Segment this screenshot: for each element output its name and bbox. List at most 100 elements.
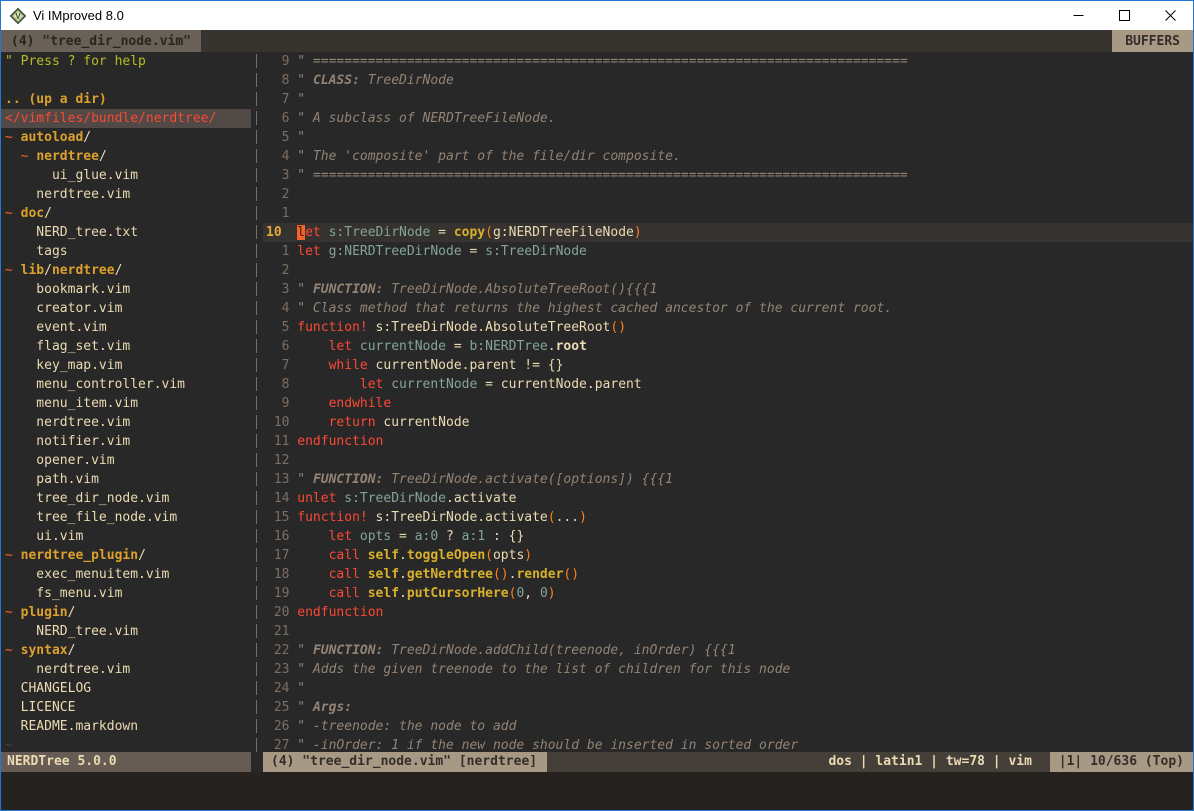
- tree-row[interactable]: ui.vim: [1, 527, 251, 546]
- tree-row[interactable]: path.vim: [1, 470, 251, 489]
- code-line[interactable]: 13" FUNCTION: TreeDirNode.activate([opti…: [263, 470, 1193, 489]
- code-line[interactable]: 14unlet s:TreeDirNode.activate: [263, 489, 1193, 508]
- code-token: ~: [5, 738, 13, 752]
- code-token: [297, 567, 328, 582]
- code-line[interactable]: 10 return currentNode: [263, 413, 1193, 432]
- code-line[interactable]: 12: [263, 451, 1193, 470]
- tree-row[interactable]: ~ lib/nerdtree/: [1, 261, 251, 280]
- code-token: ~: [21, 149, 37, 164]
- tree-row[interactable]: LICENCE: [1, 698, 251, 717]
- code-line[interactable]: 1: [263, 204, 1193, 223]
- code-line[interactable]: 18 call self.getNerdtree().render(): [263, 565, 1193, 584]
- code-line[interactable]: 7": [263, 90, 1193, 109]
- code-token: ": [297, 130, 305, 145]
- maximize-button[interactable]: [1101, 1, 1147, 30]
- tree-row[interactable]: tags: [1, 242, 251, 261]
- code-line[interactable]: 27" -inOrder: 1 if the new node should b…: [263, 736, 1193, 752]
- code-line[interactable]: 22" FUNCTION: TreeDirNode.addChild(treen…: [263, 641, 1193, 660]
- minimize-button[interactable]: [1055, 1, 1101, 30]
- tree-row[interactable]: opener.vim: [1, 451, 251, 470]
- code-line[interactable]: 9" =====================================…: [263, 52, 1193, 71]
- tree-row[interactable]: nerdtree.vim: [1, 185, 251, 204]
- tree-row[interactable]: notifier.vim: [1, 432, 251, 451]
- tree-row[interactable]: tree_dir_node.vim: [1, 489, 251, 508]
- code-line[interactable]: 11endfunction: [263, 432, 1193, 451]
- tree-row[interactable]: flag_set.vim: [1, 337, 251, 356]
- code-token: event.vim: [5, 320, 107, 335]
- code-token: (): [563, 567, 579, 582]
- code-line[interactable]: 23" Adds the given treenode to the list …: [263, 660, 1193, 679]
- tree-row[interactable]: ~ nerdtree_plugin/: [1, 546, 251, 565]
- tree-row[interactable]: menu_controller.vim: [1, 375, 251, 394]
- tree-row[interactable]: bookmark.vim: [1, 280, 251, 299]
- code-line[interactable]: 2: [263, 261, 1193, 280]
- code-line[interactable]: 24": [263, 679, 1193, 698]
- code-line[interactable]: 2: [263, 185, 1193, 204]
- tree-row[interactable]: ~ nerdtree/: [1, 147, 251, 166]
- code-token: s:TreeDirNode: [485, 244, 587, 259]
- editor-panel[interactable]: 9" =====================================…: [263, 52, 1193, 752]
- code-line[interactable]: 3" =====================================…: [263, 166, 1193, 185]
- tree-row[interactable]: ~ autoload/: [1, 128, 251, 147]
- code-line-current[interactable]: 10let s:TreeDirNode = copy(g:NERDTreeFil…: [263, 223, 1193, 242]
- tree-row[interactable]: fs_menu.vim: [1, 584, 251, 603]
- code-token: autoload: [21, 130, 84, 145]
- code-token: call: [329, 567, 360, 582]
- tab-active[interactable]: (4) "tree_dir_node.vim": [1, 30, 201, 52]
- tree-row[interactable]: event.vim: [1, 318, 251, 337]
- code-line[interactable]: 7 while currentNode.parent != {}: [263, 356, 1193, 375]
- tree-root-row[interactable]: </vimfiles/bundle/nerdtree/: [1, 109, 251, 128]
- tree-row[interactable]: creator.vim: [1, 299, 251, 318]
- code-token: ": [297, 700, 313, 715]
- tree-row[interactable]: ~ plugin/: [1, 603, 251, 622]
- tree-row[interactable]: ui_glue.vim: [1, 166, 251, 185]
- window-split-separator[interactable]: [251, 52, 263, 752]
- tree-row[interactable]: menu_item.vim: [1, 394, 251, 413]
- code-line[interactable]: 6" A subclass of NERDTreeFileNode.: [263, 109, 1193, 128]
- tree-row[interactable]: nerdtree.vim: [1, 660, 251, 679]
- code-line[interactable]: 8" CLASS: TreeDirNode: [263, 71, 1193, 90]
- tree-row[interactable]: key_map.vim: [1, 356, 251, 375]
- tree-row[interactable]: NERD_tree.vim: [1, 622, 251, 641]
- code-token: a:1: [462, 529, 485, 544]
- code-line[interactable]: 19 call self.putCursorHere(0, 0): [263, 584, 1193, 603]
- code-line[interactable]: 16 let opts = a:0 ? a:1 : {}: [263, 527, 1193, 546]
- tree-row[interactable]: README.markdown: [1, 717, 251, 736]
- code-line[interactable]: 4" The 'composite' part of the file/dir …: [263, 147, 1193, 166]
- code-line[interactable]: 6 let currentNode = b:NERDTree.root: [263, 337, 1193, 356]
- code-line[interactable]: 17 call self.toggleOpen(opts): [263, 546, 1193, 565]
- code-line[interactable]: 26" -treenode: the node to add: [263, 717, 1193, 736]
- tree-row[interactable]: nerdtree.vim: [1, 413, 251, 432]
- tree-row[interactable]: exec_menuitem.vim: [1, 565, 251, 584]
- code-token: creator.vim: [5, 301, 122, 316]
- code-line[interactable]: 5function! s:TreeDirNode.AbsoluteTreeRoo…: [263, 318, 1193, 337]
- code-line[interactable]: 9 endwhile: [263, 394, 1193, 413]
- code-line[interactable]: 8 let currentNode = currentNode.parent: [263, 375, 1193, 394]
- code-token: a:0: [415, 529, 438, 544]
- code-token: =: [446, 339, 469, 354]
- code-line[interactable]: 3" FUNCTION: TreeDirNode.AbsoluteTreeRoo…: [263, 280, 1193, 299]
- code-line[interactable]: 4" Class method that returns the highest…: [263, 299, 1193, 318]
- tree-row[interactable]: ~ syntax/: [1, 641, 251, 660]
- tree-row[interactable]: NERD_tree.txt: [1, 223, 251, 242]
- line-number: 9: [263, 52, 297, 71]
- code-line[interactable]: 5": [263, 128, 1193, 147]
- close-button[interactable]: [1147, 1, 1193, 30]
- tree-row[interactable]: ~ doc/: [1, 204, 251, 223]
- tree-row[interactable]: CHANGELOG: [1, 679, 251, 698]
- code-token: endfunction: [297, 434, 383, 449]
- tree-row[interactable]: tree_file_node.vim: [1, 508, 251, 527]
- code-token: ": [297, 282, 313, 297]
- code-line[interactable]: 25" Args:: [263, 698, 1193, 717]
- code-line[interactable]: 1let g:NERDTreeDirNode = s:TreeDirNode: [263, 242, 1193, 261]
- nerdtree-panel[interactable]: " Press ? for help.. (up a dir)</vimfile…: [1, 52, 251, 752]
- code-line[interactable]: 21: [263, 622, 1193, 641]
- code-line[interactable]: 20endfunction: [263, 603, 1193, 622]
- code-line[interactable]: 15function! s:TreeDirNode.activate(...): [263, 508, 1193, 527]
- tree-row[interactable]: .. (up a dir): [1, 90, 251, 109]
- code-token: =: [391, 529, 414, 544]
- code-token: doc: [21, 206, 44, 221]
- command-line-area[interactable]: [1, 772, 1193, 810]
- tree-row: [1, 71, 251, 90]
- code-token: [321, 244, 329, 259]
